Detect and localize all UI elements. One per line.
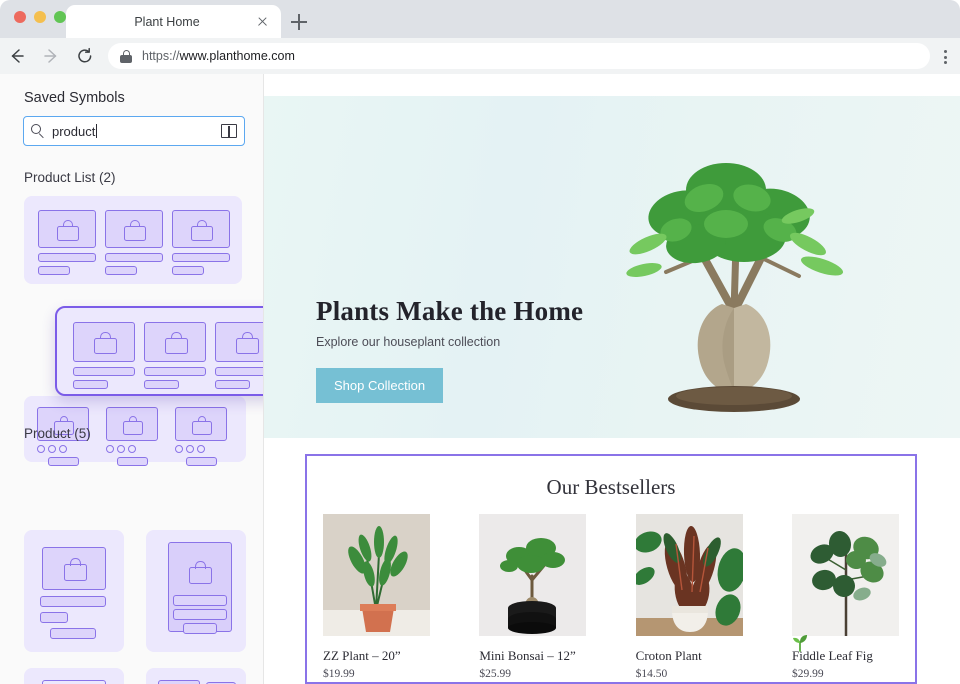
browser-tab[interactable]: Plant Home xyxy=(66,5,281,38)
product-price: $29.99 xyxy=(791,668,824,680)
symbol-thumbnail[interactable] xyxy=(24,530,124,652)
lock-icon xyxy=(120,49,132,63)
symbol-thumbnail[interactable] xyxy=(24,196,242,284)
saved-symbols-panel: Saved Symbols product Product List (2) P… xyxy=(0,74,264,684)
product-image xyxy=(791,514,899,636)
window-controls[interactable] xyxy=(14,11,66,23)
dragged-symbol-card[interactable] xyxy=(55,306,263,396)
product-image xyxy=(323,514,430,636)
product-price: $19.99 xyxy=(323,668,355,680)
product-card[interactable]: Mini Bonsai – 12” $25.99 xyxy=(479,514,587,680)
group-label-product-list: Product List (2) xyxy=(24,170,116,185)
hero-section: Plants Make the Home Explore our housepl… xyxy=(264,96,960,438)
search-input[interactable]: product xyxy=(23,116,245,146)
group-label-product: Product (5) xyxy=(24,426,91,441)
product-card[interactable]: Fiddle Leaf Fig $29.99 xyxy=(791,514,899,680)
product-card[interactable]: Croton Plant $14.50 xyxy=(635,514,743,680)
text-caret xyxy=(96,124,98,138)
search-input-value: product xyxy=(52,123,96,139)
page-canvas: Plants Make the Home Explore our housepl… xyxy=(264,74,960,684)
book-icon[interactable] xyxy=(221,124,237,138)
symbol-thumbnail[interactable] xyxy=(24,668,124,684)
tab-strip: Plant Home xyxy=(0,0,960,38)
reload-icon[interactable] xyxy=(68,39,102,73)
product-image xyxy=(479,514,587,636)
product-card[interactable]: ZZ Plant – 20” $19.99 xyxy=(323,514,430,680)
shop-collection-button[interactable]: Shop Collection xyxy=(316,368,444,403)
tab-title: Plant Home xyxy=(134,14,200,29)
search-icon xyxy=(31,124,45,139)
symbol-thumbnail[interactable] xyxy=(146,668,246,684)
product-price: $25.99 xyxy=(479,668,511,680)
browser-window: Plant Home https://www.planthome.com Sav… xyxy=(0,0,960,684)
back-arrow-icon[interactable] xyxy=(0,39,34,73)
close-window-button[interactable] xyxy=(14,11,26,23)
url-text: https://www.planthome.com xyxy=(142,49,295,63)
forward-arrow-icon[interactable] xyxy=(34,39,68,73)
new-tab-button[interactable] xyxy=(288,11,310,33)
bestsellers-section[interactable]: Our Bestsellers ZZ Plant – 20” $19.99 Mi… xyxy=(305,454,917,684)
url-host: www.planthome.com xyxy=(179,49,295,63)
kebab-menu-icon[interactable] xyxy=(930,39,960,73)
browser-chrome: Plant Home https://www.planthome.com xyxy=(0,0,960,74)
url-scheme: https:// xyxy=(142,49,180,63)
bestsellers-title: Our Bestsellers xyxy=(546,475,676,499)
hero-heading: Plants Make the Home xyxy=(316,296,584,326)
symbol-thumbnail[interactable] xyxy=(146,530,246,652)
browser-toolbar: https://www.planthome.com xyxy=(0,38,960,74)
product-name: ZZ Plant – 20” xyxy=(323,648,401,663)
close-icon[interactable] xyxy=(250,9,276,35)
panel-title: Saved Symbols xyxy=(24,90,125,106)
product-price: $14.50 xyxy=(635,668,668,680)
hero-subheading: Explore our houseplant collection xyxy=(316,335,501,349)
bestsellers-grid: ZZ Plant – 20” $19.99 Mini Bonsai – 12” … xyxy=(307,514,915,680)
product-image xyxy=(635,514,743,636)
product-name: Croton Plant xyxy=(635,648,702,663)
address-bar[interactable]: https://www.planthome.com xyxy=(108,43,930,69)
product-name: Mini Bonsai – 12” xyxy=(479,648,576,663)
minimize-window-button[interactable] xyxy=(34,11,46,23)
hero-copy: Plants Make the Home Explore our housepl… xyxy=(316,296,646,403)
maximize-window-button[interactable] xyxy=(54,11,66,23)
seedling-icon xyxy=(789,631,811,653)
